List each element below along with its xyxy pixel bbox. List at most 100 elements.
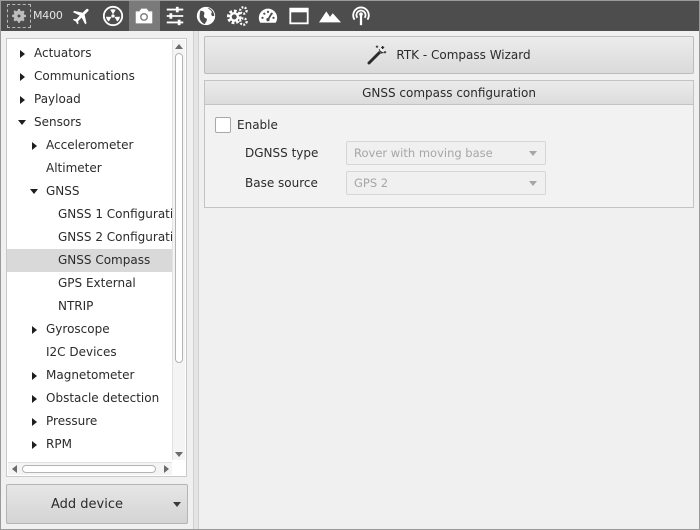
base-source-value: GPS 2 [354,176,389,190]
radiation-icon [103,5,124,26]
sliders-icon [166,6,184,25]
tree-item-label: Obstacle detection [46,391,160,405]
tree-item[interactable]: Pressure [7,410,173,433]
horizontal-scroll-thumb[interactable] [22,465,156,473]
dgnss-type-select[interactable]: Rover with moving base [346,141,546,165]
antenna-icon [352,6,370,25]
tree-item-label: GNSS [46,184,80,198]
tree-item-label: NTRIP [58,299,94,313]
tree-item-label: Gyroscope [46,322,110,336]
enable-row[interactable]: Enable [215,116,278,133]
tree-item-label: Pressure [46,414,98,428]
vertical-scrollbar[interactable] [172,40,185,460]
tree-item[interactable]: Obstacle detection [7,387,173,410]
caret-right-icon[interactable] [29,433,39,456]
tree-item[interactable]: Sensors [7,111,173,134]
tree-item[interactable]: GNSS 2 Configuration [7,226,173,249]
settings-icon [7,3,31,28]
caret-right-icon[interactable] [29,410,39,433]
gears-button[interactable] [222,0,253,31]
tree-item-label: GNSS 1 Configuration [58,207,173,221]
tree-item-label: GPS External [58,276,136,290]
tree-item-label: Payload [34,92,81,106]
plane-icon [73,8,89,24]
tree-item[interactable]: I2C Devices [7,341,173,364]
wizard-label: RTK - Compass Wizard [396,48,531,62]
enable-label: Enable [237,117,278,132]
scroll-down-icon[interactable] [173,448,185,460]
add-device-label: Add device [50,496,123,512]
panel-splitter[interactable] [193,31,199,530]
chevron-down-icon[interactable] [167,485,187,523]
plane-button[interactable] [67,0,98,31]
caret-right-icon[interactable] [17,42,27,65]
device-selector[interactable]: M400 [0,0,67,31]
radiation-button[interactable] [98,0,129,31]
rtk-compass-wizard-button[interactable]: RTK - Compass Wizard [204,36,694,74]
sliders-button[interactable] [160,0,191,31]
gnss-compass-config-panel: GNSS compass configuration Enable DGNSS … [204,80,694,208]
tree-item[interactable]: GNSS 1 Configuration [7,203,173,226]
chevron-down-icon [521,180,545,186]
tree-item[interactable]: NTRIP [7,295,173,318]
vertical-scroll-thumb[interactable] [175,53,183,363]
globe-button[interactable] [191,0,222,31]
tree-item-label: GNSS Compass [58,253,151,267]
tree-item[interactable]: Payload [7,88,173,111]
gears-icon [227,5,248,26]
tree-item[interactable]: GNSS [7,180,173,203]
tree-item[interactable]: GPS External [7,272,173,295]
window-button[interactable] [284,0,315,31]
tree-item[interactable]: Actuators [7,42,173,65]
tree-item[interactable]: Accelerometer [7,134,173,157]
tree-item-label: Actuators [34,46,92,60]
tree-item[interactable]: Gyroscope [7,318,173,341]
enable-checkbox[interactable] [215,116,231,133]
caret-right-icon[interactable] [29,364,39,387]
tree-item-label: Magnetometer [46,368,135,382]
caret-down-icon[interactable] [29,180,39,203]
tree-item-label: I2C Devices [46,345,117,359]
tree-item-label: Accelerometer [46,138,134,152]
caret-right-icon[interactable] [29,387,39,410]
device-tree-panel: Actuators Communications Payload Sensors Acc… [6,38,187,477]
window-icon [289,7,309,24]
tree-item[interactable]: GNSS Compass [7,249,173,272]
tree-item[interactable]: Altimeter [7,157,173,180]
horizontal-scrollbar[interactable] [8,462,172,475]
scroll-left-icon[interactable] [8,463,20,475]
chevron-down-icon [521,150,545,156]
caret-down-icon[interactable] [17,111,27,134]
tree-item[interactable]: Magnetometer [7,364,173,387]
tree-item-label: Altimeter [46,161,102,175]
dgnss-type-label: DGNSS type [245,146,319,160]
dgnss-type-value: Rover with moving base [354,146,493,160]
gauge-icon [259,8,278,23]
tree-item-label: GNSS 2 Configuration [58,230,173,244]
base-source-select[interactable]: GPS 2 [346,171,546,195]
caret-right-icon[interactable] [29,134,39,157]
tree-item-label: Communications [34,69,135,83]
caret-right-icon[interactable] [29,318,39,341]
camera-button[interactable] [128,0,160,31]
antenna-button[interactable] [346,0,377,31]
tree-item-label: Sensors [34,115,82,129]
magic-wand-icon [367,45,387,65]
scroll-up-icon[interactable] [173,40,185,52]
gauge-button[interactable] [253,0,284,31]
camera-icon [135,8,153,23]
scroll-right-icon[interactable] [160,463,172,475]
caret-right-icon[interactable] [17,88,27,111]
globe-icon [197,6,216,25]
mountains-icon [319,10,342,22]
tree-item-label: RPM [46,437,72,451]
tree-item[interactable]: RPM [7,433,173,456]
config-panel-title: GNSS compass configuration [205,81,693,105]
device-name: M400 [33,9,63,22]
base-source-label: Base source [245,176,318,190]
caret-right-icon[interactable] [17,65,27,88]
mountains-button[interactable] [315,0,346,31]
top-toolbar: M400 [0,0,700,31]
add-device-button[interactable]: Add device [6,484,188,524]
tree-item[interactable]: Communications [7,65,173,88]
